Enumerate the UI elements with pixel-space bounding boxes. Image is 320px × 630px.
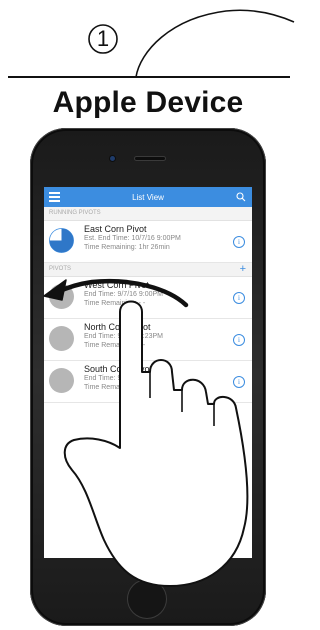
swipe-arrow-shaft bbox=[55, 278, 189, 308]
hand-outline bbox=[63, 300, 249, 587]
swipe-arrowhead bbox=[43, 279, 67, 301]
swipe-left-hand-icon bbox=[43, 278, 249, 587]
instruction-stage: 1 Apple Device List View RUNNING PIVOTS bbox=[0, 0, 296, 630]
